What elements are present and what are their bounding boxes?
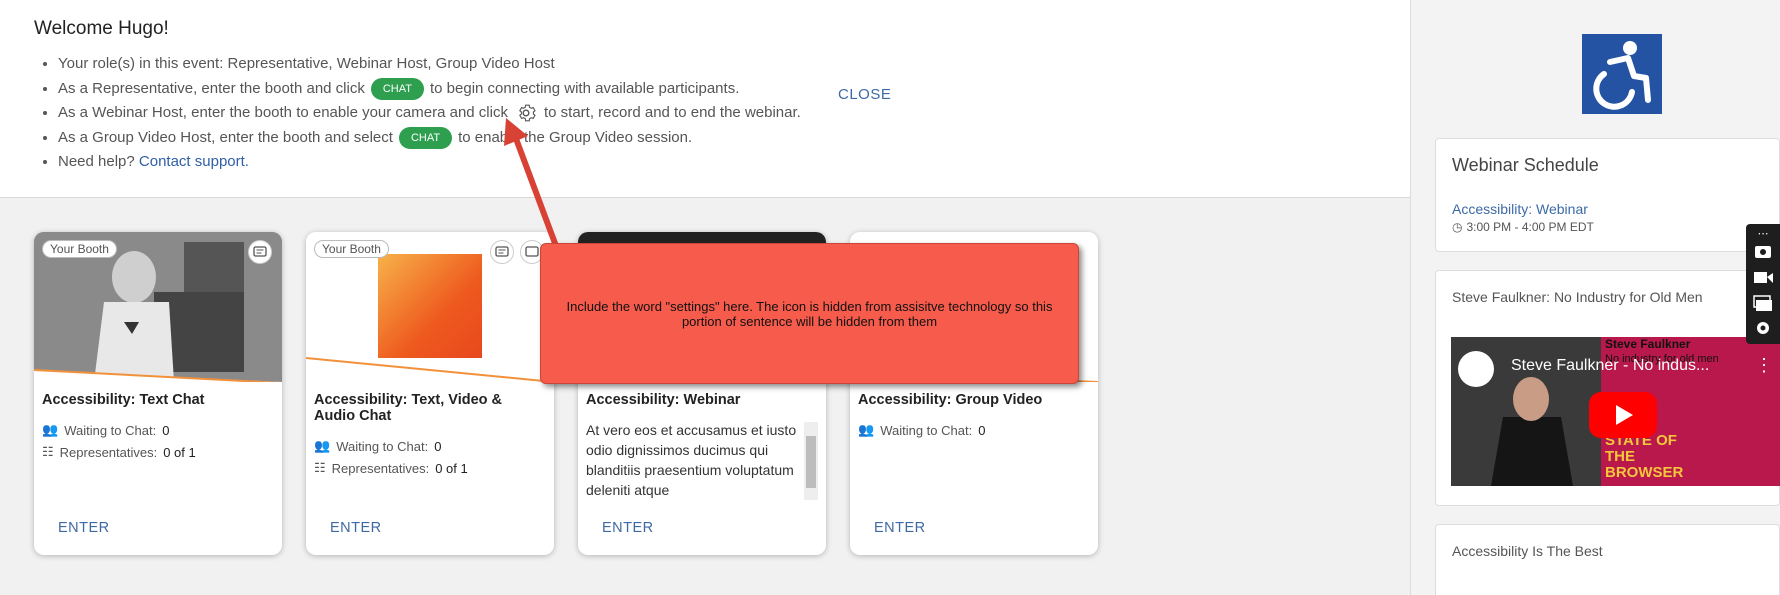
annotation-text: Include the word "settings" here. The ic… [566,298,1053,329]
schedule-webinar-link[interactable]: Accessibility: Webinar [1452,201,1588,217]
badge-icon: ☷ [314,460,326,475]
people-icon: 👥 [42,422,59,437]
instruction-representative: As a Representative, enter the booth and… [58,77,801,102]
waiting-stat: 👥 Waiting to Chat: 0 [858,422,985,438]
contact-support-link[interactable]: Contact support. [139,153,249,170]
scrollbar-thumb[interactable] [806,436,816,488]
floating-toolbar: ⋯ [1746,224,1780,344]
badge-icon: ☷ [42,444,54,459]
svg-text:⋯: ⋯ [1758,227,1769,240]
chat-chip: CHAT [398,126,453,149]
enter-button[interactable]: ENTER [330,520,382,536]
group-text-after: to enable the Group Video session. [458,128,693,146]
reps-label: Representatives: [331,460,430,476]
help-text: Need help? [58,153,135,170]
welcome-panel: Welcome Hugo! Your role(s) in this event… [0,0,1410,198]
waiting-label: Waiting to Chat: [880,422,973,438]
reps-value: 0 of 1 [163,444,196,460]
web-text-after: to start, record and to end the webinar. [543,104,801,121]
waiting-value: 0 [162,422,170,438]
booth-image: Your Booth [306,232,554,382]
booth-title: Accessibility: Webinar [586,392,741,408]
settings-gear-icon [519,104,536,122]
waiting-label: Waiting to Chat: [336,438,429,454]
video-title: Steve Faulkner - No indus... [1511,357,1710,374]
annotation-callout: Include the word "settings" here. The ic… [540,243,1079,384]
clock-icon: ◷ [1452,220,1463,234]
enter-button[interactable]: ENTER [602,520,654,536]
rep-text-before: As a Representative, enter the booth and… [58,79,365,97]
waiting-value: 0 [978,422,986,438]
instruction-help: Need help? Contact support. [58,150,801,175]
third-panel-title: Accessibility Is The Best [1452,543,1603,559]
webinar-schedule-panel: Webinar Schedule Accessibility: Webinar … [1435,138,1780,252]
close-button[interactable]: CLOSE [838,86,891,103]
play-button-icon[interactable] [1589,392,1657,438]
group-text-before: As a Group Video Host, enter the booth a… [58,128,393,146]
booth-title: Accessibility: Text Chat [42,392,205,408]
your-booth-badge: Your Booth [42,240,117,258]
instruction-roles: Your role(s) in this event: Representati… [58,52,801,77]
welcome-title: Welcome Hugo! [34,18,169,39]
reps-label: Representatives: [59,444,158,460]
your-booth-badge: Your Booth [314,240,389,258]
web-text-before: As a Webinar Host, enter the booth to en… [58,104,508,121]
booth-title: Accessibility: Text, Video & Audio Chat [314,392,503,424]
reps-stat: ☷ Representatives: 0 of 1 [42,444,196,460]
poster-name: Steve Faulkner [1605,337,1691,351]
booth-card[interactable]: Your Booth Accessibility: Text, Video & … [306,232,554,555]
text-chat-icon [490,240,514,264]
description-scrollbar[interactable] [804,422,818,500]
poster-event: STATE OF THE BROWSER [1605,432,1684,481]
waiting-label: Waiting to Chat: [64,422,157,438]
accessibility-icon [1582,34,1662,114]
schedule-title: Webinar Schedule [1452,155,1599,175]
third-panel: Accessibility Is The Best [1435,524,1780,595]
roles-text: Your role(s) in this event: Representati… [58,55,555,72]
enter-button[interactable]: ENTER [58,520,110,536]
people-icon: 👥 [314,438,331,453]
video-panel-title: Steve Faulkner: No Industry for Old Men [1452,289,1703,305]
schedule-time: ◷ 3:00 PM - 4:00 PM EDT [1452,220,1594,234]
booth-image: Your Booth [34,232,282,382]
rep-text-after: to begin connecting with available parti… [430,79,740,97]
instruction-webinar: As a Webinar Host, enter the booth to en… [58,101,801,126]
schedule-time-text: 3:00 PM - 4:00 PM EDT [1466,220,1594,234]
waiting-value: 0 [434,438,442,454]
youtube-video[interactable]: Steve Faulkner No industry for old men S… [1451,337,1780,486]
text-chat-icon [248,240,272,264]
waiting-stat: 👥 Waiting to Chat: 0 [42,422,169,438]
reps-value: 0 of 1 [435,460,468,476]
chat-chip: CHAT [370,77,424,100]
booth-card[interactable]: Your Booth Accessibility: Text Chat 👥 Wai… [34,232,282,555]
enter-button[interactable]: ENTER [874,520,926,536]
instruction-group-video: As a Group Video Host, enter the booth a… [58,126,801,151]
waiting-stat: 👥 Waiting to Chat: 0 [314,438,441,454]
people-icon: 👥 [858,422,875,437]
booth-description: At vero eos et accusamus et iusto odio d… [586,422,797,498]
booth-title: Accessibility: Group Video [858,392,1043,408]
instructions-list: Your role(s) in this event: Representati… [58,52,801,175]
reps-stat: ☷ Representatives: 0 of 1 [314,460,468,476]
more-options-icon[interactable]: ⋮ [1755,355,1773,376]
